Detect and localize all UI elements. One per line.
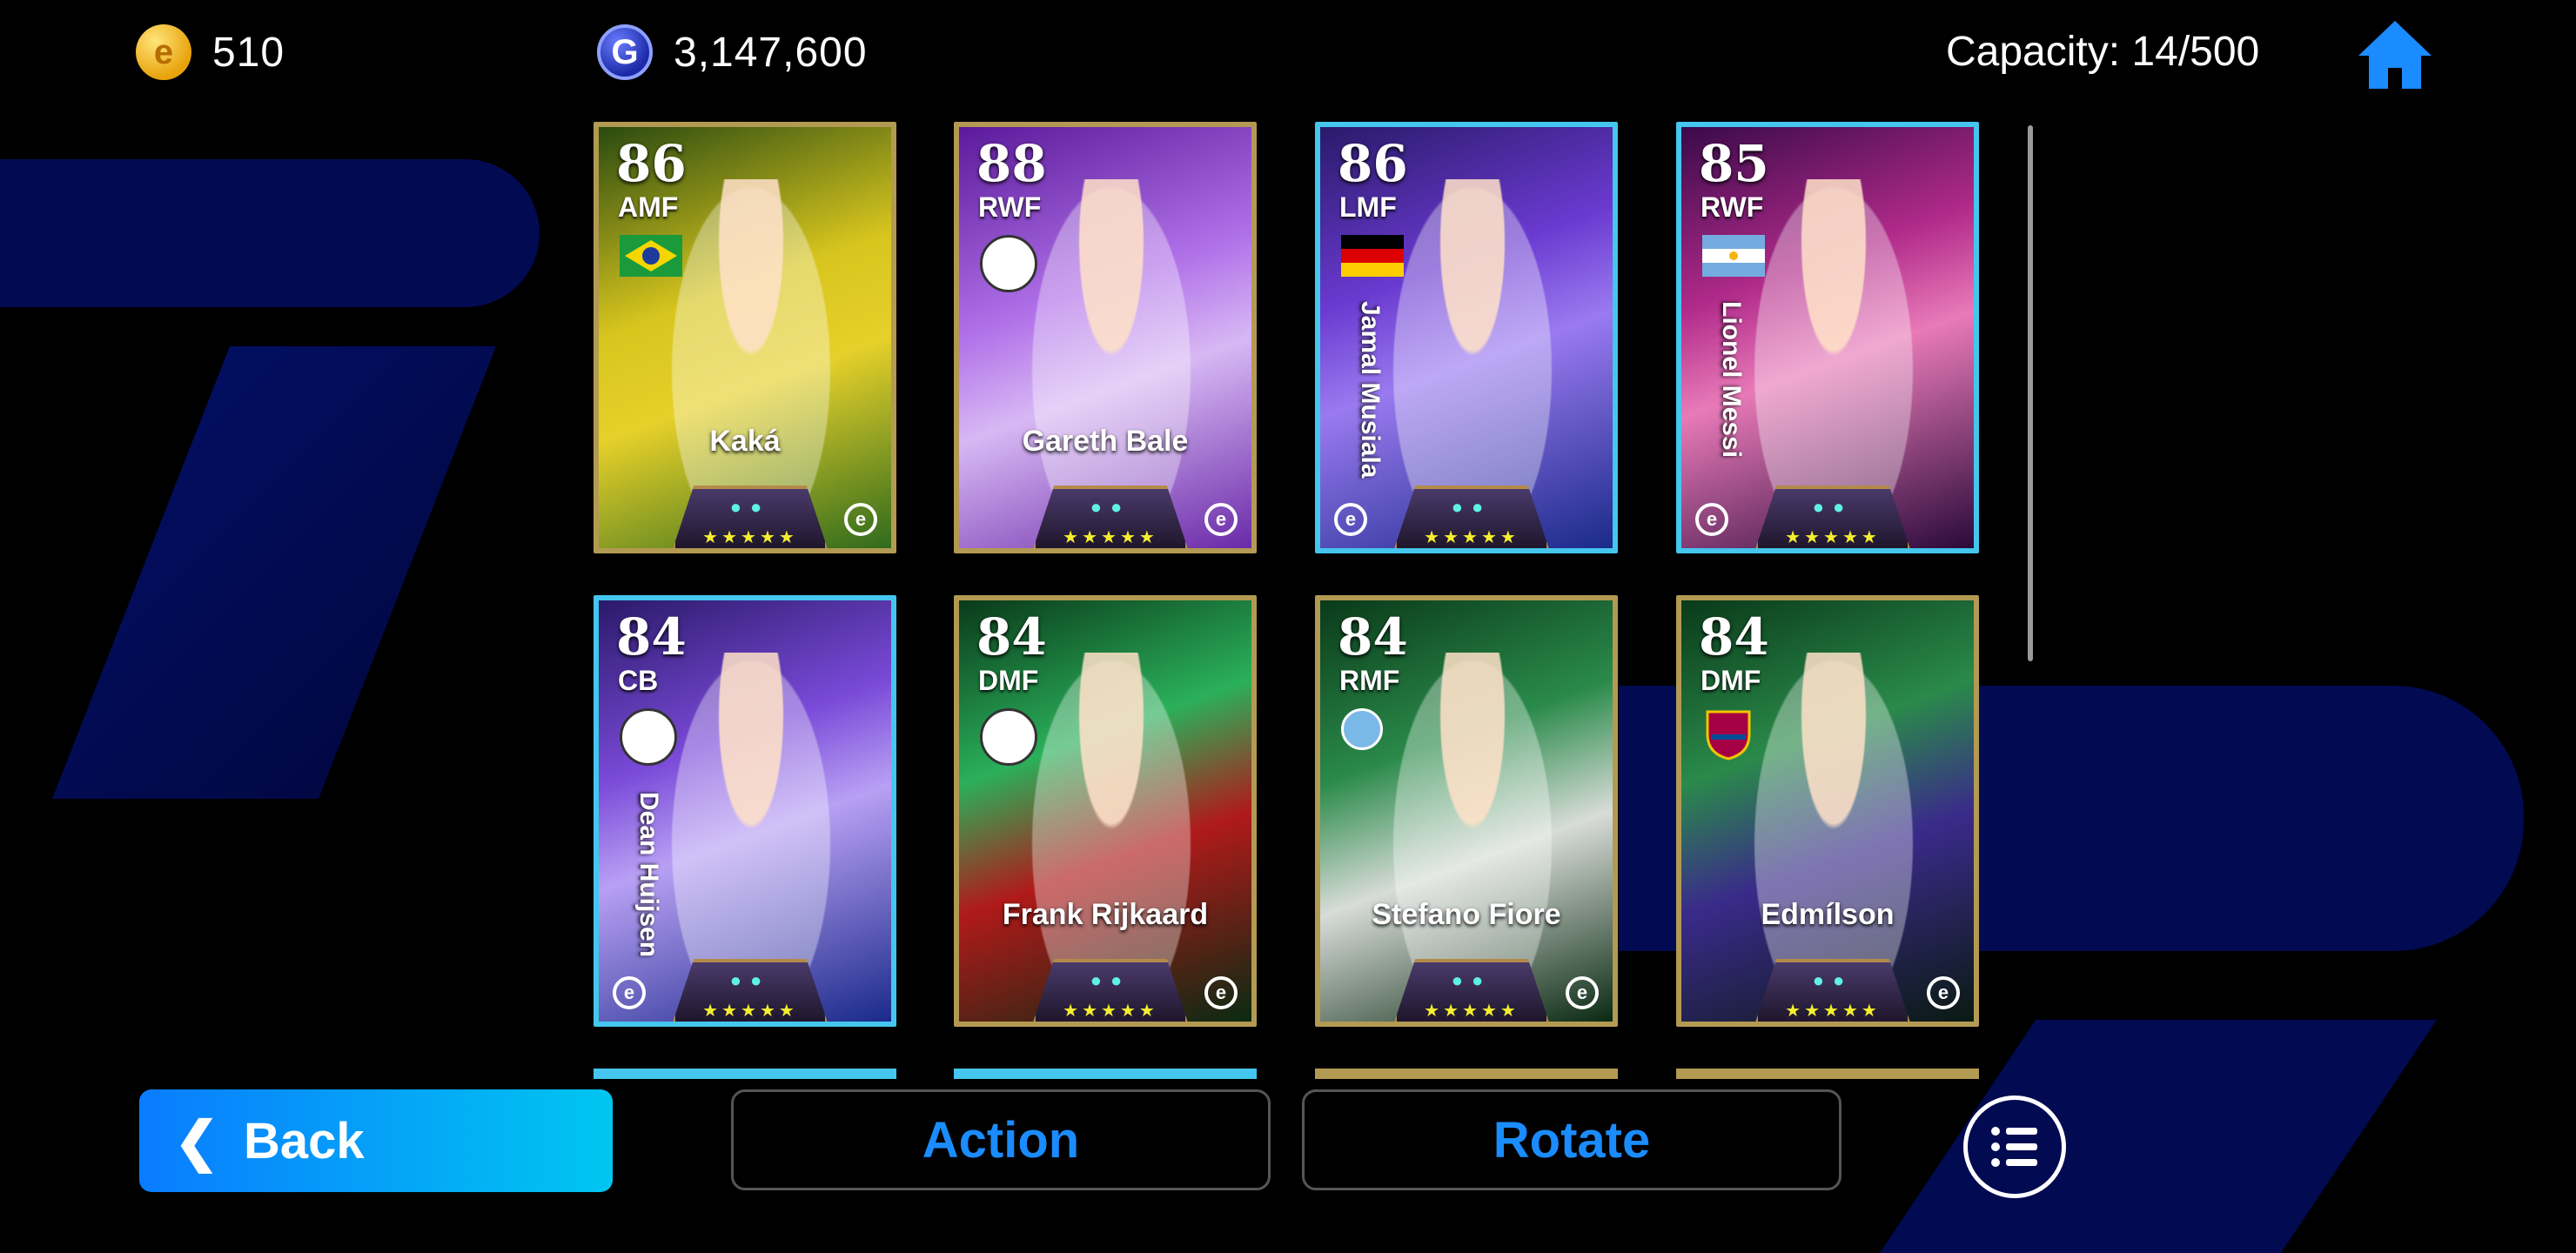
player-position: LMF <box>1339 191 1397 223</box>
player-rating: 84 <box>1338 607 1408 667</box>
player-position: RWF <box>1701 191 1764 223</box>
player-card[interactable]: 84 DMF Frank Rijkaard ●● ★★★★★ e <box>954 595 1257 1027</box>
player-rating: 86 <box>1338 134 1408 193</box>
player-card-partial[interactable] <box>954 1069 1257 1079</box>
player-card[interactable]: 84 DMF Edmílson ●● ★★★★★ e <box>1676 595 1979 1027</box>
player-card[interactable]: 86 LMF Jamal Musiala ●● ★★★★★ e <box>1315 122 1618 553</box>
card-stars: ★★★★★ <box>1785 528 1881 547</box>
gp-balance: G 3,147,600 <box>597 19 868 85</box>
player-card[interactable]: 86 AMF Kaká ●● ★★★★★ e <box>594 122 896 553</box>
capacity-label: Capacity: 14/500 <box>1946 29 2260 75</box>
club-crest-icon <box>620 708 677 766</box>
brazil-flag-icon <box>620 235 682 277</box>
action-button[interactable]: Action <box>731 1089 1271 1190</box>
player-name: Lionel Messi <box>1717 301 1746 459</box>
player-position: DMF <box>978 665 1039 696</box>
rotate-button-label: Rotate <box>1493 1111 1651 1169</box>
action-button-label: Action <box>922 1111 1080 1169</box>
card-footer: ●● ★★★★★ <box>672 486 828 548</box>
player-name: Frank Rijkaard <box>1002 898 1209 931</box>
germany-flag-icon <box>1341 235 1404 277</box>
player-rating: 85 <box>1699 134 1769 193</box>
gp-value: 3,147,600 <box>674 29 868 76</box>
card-footer: ●● ★★★★★ <box>1393 959 1550 1022</box>
background-stripe <box>0 159 540 307</box>
player-name: Dean Huijsen <box>634 792 663 958</box>
home-icon[interactable] <box>2355 17 2435 92</box>
player-card-partial[interactable] <box>1676 1069 1979 1079</box>
chevron-left-icon: ❮ <box>174 1111 219 1172</box>
rotate-button[interactable]: Rotate <box>1302 1089 1841 1190</box>
card-footer: ●● ★★★★★ <box>1754 486 1911 548</box>
player-name: Kaká <box>709 425 781 458</box>
background-stripe <box>52 346 496 799</box>
player-name: Jamal Musiala <box>1356 301 1385 479</box>
card-footer: ●● ★★★★★ <box>1032 959 1189 1022</box>
ecoin-icon: e <box>136 24 191 80</box>
efootball-logo-icon: e <box>613 976 646 1009</box>
player-card[interactable]: 84 CB Dean Huijsen ●● ★★★★★ e <box>594 595 896 1027</box>
efootball-logo-icon: e <box>1204 503 1238 536</box>
club-crest-icon <box>980 708 1037 766</box>
club-crest-icon <box>980 235 1037 292</box>
player-card-partial[interactable] <box>1315 1069 1618 1079</box>
gp-coin-icon: G <box>597 24 653 80</box>
efootball-logo-icon: e <box>1204 976 1238 1009</box>
player-rating: 88 <box>976 134 1047 193</box>
player-card[interactable]: 85 RWF Lionel Messi ●● ★★★★★ e <box>1676 122 1979 553</box>
card-footer: ●● ★★★★★ <box>1393 486 1550 548</box>
lazio-crest-icon <box>1341 708 1383 750</box>
back-button-label: Back <box>243 1112 365 1169</box>
card-stars: ★★★★★ <box>1063 528 1158 547</box>
player-card[interactable]: 84 RMF Stefano Fiore ●● ★★★★★ e <box>1315 595 1618 1027</box>
efootball-logo-icon: e <box>1927 976 1960 1009</box>
card-stars: ★★★★★ <box>1063 1002 1158 1021</box>
player-rating: 86 <box>616 134 687 193</box>
player-rating: 84 <box>616 607 687 667</box>
efootball-logo-icon: e <box>844 503 877 536</box>
background-stripe <box>1880 1020 2437 1253</box>
player-card[interactable]: 88 RWF Gareth Bale ●● ★★★★★ e <box>954 122 1257 553</box>
player-position: CB <box>618 665 659 696</box>
ecoin-value: 510 <box>212 29 285 76</box>
efootball-logo-icon: e <box>1566 976 1599 1009</box>
card-stars: ★★★★★ <box>1424 1002 1519 1021</box>
player-rating: 84 <box>1699 607 1769 667</box>
card-footer: ●● ★★★★★ <box>672 959 828 1022</box>
efootball-logo-icon: e <box>1334 503 1367 536</box>
player-position: DMF <box>1701 665 1761 696</box>
ecoin-balance: e 510 <box>136 19 285 85</box>
card-stars: ★★★★★ <box>702 1002 798 1021</box>
argentina-flag-icon <box>1702 235 1765 277</box>
efootball-logo-icon: e <box>1695 503 1728 536</box>
player-position: RWF <box>978 191 1042 223</box>
player-name: Stefano Fiore <box>1372 898 1561 931</box>
card-stars: ★★★★★ <box>1785 1002 1881 1021</box>
player-card-partial[interactable] <box>594 1069 896 1079</box>
card-stars: ★★★★★ <box>702 528 798 547</box>
list-menu-icon[interactable] <box>1963 1096 2066 1198</box>
back-button[interactable]: ❮ Back <box>139 1089 613 1192</box>
scrollbar[interactable] <box>2028 125 2033 661</box>
player-name: Gareth Bale <box>1022 425 1189 458</box>
barcelona-crest-icon <box>1702 708 1765 761</box>
player-position: RMF <box>1339 665 1400 696</box>
card-footer: ●● ★★★★★ <box>1754 959 1911 1022</box>
card-stars: ★★★★★ <box>1424 528 1519 547</box>
player-rating: 84 <box>976 607 1047 667</box>
player-name: Edmílson <box>1761 898 1895 931</box>
card-footer: ●● ★★★★★ <box>1032 486 1189 548</box>
player-position: AMF <box>618 191 679 223</box>
